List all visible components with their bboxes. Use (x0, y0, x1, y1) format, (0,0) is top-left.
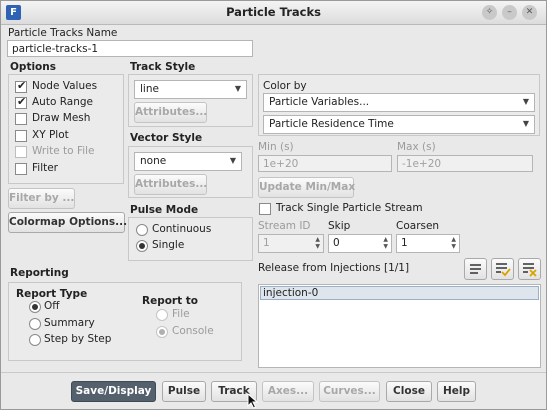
spinner-arrows-icon[interactable]: ▲ ▼ (383, 236, 388, 250)
color-by-heading: Color by (263, 80, 307, 92)
pulse-button[interactable]: Pulse (162, 381, 206, 402)
particle-tracks-name-input[interactable]: particle-tracks-1 (7, 40, 253, 57)
injections-count: [1/1] (383, 262, 410, 274)
color-by-variable-select[interactable]: Particle Residence Time ▼ (263, 115, 535, 134)
update-min-max-button[interactable]: Update Min/Max (258, 177, 355, 198)
min-label: Min (s) (258, 141, 294, 153)
stream-id-label: Stream ID (258, 220, 311, 232)
report-to-heading: Report to (142, 295, 199, 307)
vector-style-value: none (140, 155, 167, 167)
minimize-icon[interactable]: – (502, 5, 517, 20)
color-by-category-value: Particle Variables... (269, 96, 370, 108)
axes-button[interactable]: Axes... (262, 381, 314, 402)
injections-heading-text: Release from Injections (258, 262, 381, 274)
write-to-file-checkbox[interactable] (15, 146, 27, 158)
node-values-checkbox[interactable] (15, 79, 27, 93)
max-input[interactable]: -1e+20 (397, 155, 533, 172)
help-button[interactable]: Help (437, 381, 476, 402)
mouse-pointer-icon (247, 393, 259, 409)
injections-list[interactable]: injection-0 (258, 284, 541, 368)
report-to-console-radio[interactable] (156, 326, 168, 338)
select-checked-icon[interactable] (491, 258, 514, 280)
particle-tracks-dialog: F Particle Tracks ✧ – ✕ Particle Tracks … (0, 0, 547, 410)
report-off-label: Off (44, 300, 60, 312)
spinner-arrows-icon[interactable]: ▲ ▼ (451, 236, 456, 250)
single-label: Single (152, 239, 185, 251)
track-style-heading: Track Style (130, 61, 196, 73)
spinner-arrows-icon[interactable]: ▲ ▼ (315, 236, 320, 250)
write-to-file-label: Write to File (32, 145, 95, 157)
track-single-stream-label: Track Single Particle Stream (276, 202, 423, 214)
report-to-console-label: Console (172, 325, 214, 337)
skip-label: Skip (328, 220, 351, 232)
help-icon[interactable]: ✧ (482, 5, 497, 20)
chevron-down-icon: ▼ (522, 97, 529, 106)
track-style-value: line (140, 83, 159, 95)
min-input[interactable]: 1e+20 (258, 155, 392, 172)
skip-input[interactable]: 0 ▲ ▼ (328, 234, 392, 253)
report-off-radio[interactable] (29, 301, 41, 313)
color-by-variable-value: Particle Residence Time (269, 118, 394, 130)
vector-style-attributes-button[interactable]: Attributes... (134, 174, 207, 195)
close-button[interactable]: Close (386, 381, 432, 402)
pulse-mode-heading: Pulse Mode (130, 204, 199, 216)
filter-by-button[interactable]: Filter by ... (8, 188, 75, 209)
curves-button[interactable]: Curves... (319, 381, 380, 402)
report-type-heading: Report Type (16, 288, 88, 300)
draw-mesh-checkbox[interactable] (15, 113, 27, 125)
filter-checkbox[interactable] (15, 163, 27, 175)
select-all-icon[interactable] (464, 258, 487, 280)
stream-id-value: 1 (263, 237, 270, 249)
report-step-by-step-radio[interactable] (29, 334, 41, 346)
color-by-category-select[interactable]: Particle Variables... ▼ (263, 93, 535, 112)
report-to-file-radio[interactable] (156, 309, 168, 321)
particle-tracks-name-label: Particle Tracks Name (8, 27, 118, 39)
max-label: Max (s) (397, 141, 436, 153)
auto-range-label: Auto Range (32, 96, 93, 108)
filter-label: Filter (32, 162, 59, 174)
options-heading: Options (10, 61, 56, 73)
window-title: Particle Tracks (226, 5, 321, 19)
continuous-label: Continuous (152, 223, 212, 235)
vector-style-select[interactable]: none ▼ (134, 152, 242, 171)
xy-plot-label: XY Plot (32, 129, 69, 141)
chevron-down-icon: ▼ (229, 156, 236, 165)
vector-style-heading: Vector Style (130, 132, 203, 144)
footer-divider (1, 372, 546, 373)
colormap-options-button[interactable]: Colormap Options... (8, 212, 127, 233)
track-style-select[interactable]: line ▼ (134, 80, 247, 99)
track-single-stream-checkbox[interactable] (259, 203, 271, 215)
skip-value: 0 (333, 237, 340, 249)
report-summary-radio[interactable] (29, 318, 41, 330)
chevron-down-icon: ▼ (522, 119, 529, 128)
draw-mesh-label: Draw Mesh (32, 112, 91, 124)
save-display-button[interactable]: Save/Display (71, 381, 156, 402)
track-style-attributes-button[interactable]: Attributes... (134, 102, 207, 123)
reporting-heading: Reporting (10, 267, 69, 279)
list-item[interactable]: injection-0 (260, 286, 539, 300)
coarsen-input[interactable]: 1 ▲ ▼ (396, 234, 460, 253)
report-to-file-label: File (172, 308, 190, 320)
report-step-by-step-label: Step by Step (44, 333, 112, 345)
coarsen-label: Coarsen (396, 220, 440, 232)
continuous-radio[interactable] (136, 224, 148, 236)
xy-plot-checkbox[interactable] (15, 130, 27, 142)
auto-range-checkbox[interactable] (15, 95, 27, 109)
injections-heading: Release from Injections [1/1] (258, 262, 409, 274)
report-summary-label: Summary (44, 317, 95, 329)
close-icon[interactable]: ✕ (522, 5, 537, 20)
title-bar[interactable]: F Particle Tracks ✧ – ✕ (1, 1, 546, 25)
node-values-label: Node Values (32, 80, 98, 92)
coarsen-value: 1 (401, 237, 408, 249)
chevron-down-icon: ▼ (234, 84, 241, 93)
single-radio[interactable] (136, 240, 148, 252)
stream-id-input[interactable]: 1 ▲ ▼ (258, 234, 324, 253)
deselect-all-icon[interactable] (518, 258, 541, 280)
